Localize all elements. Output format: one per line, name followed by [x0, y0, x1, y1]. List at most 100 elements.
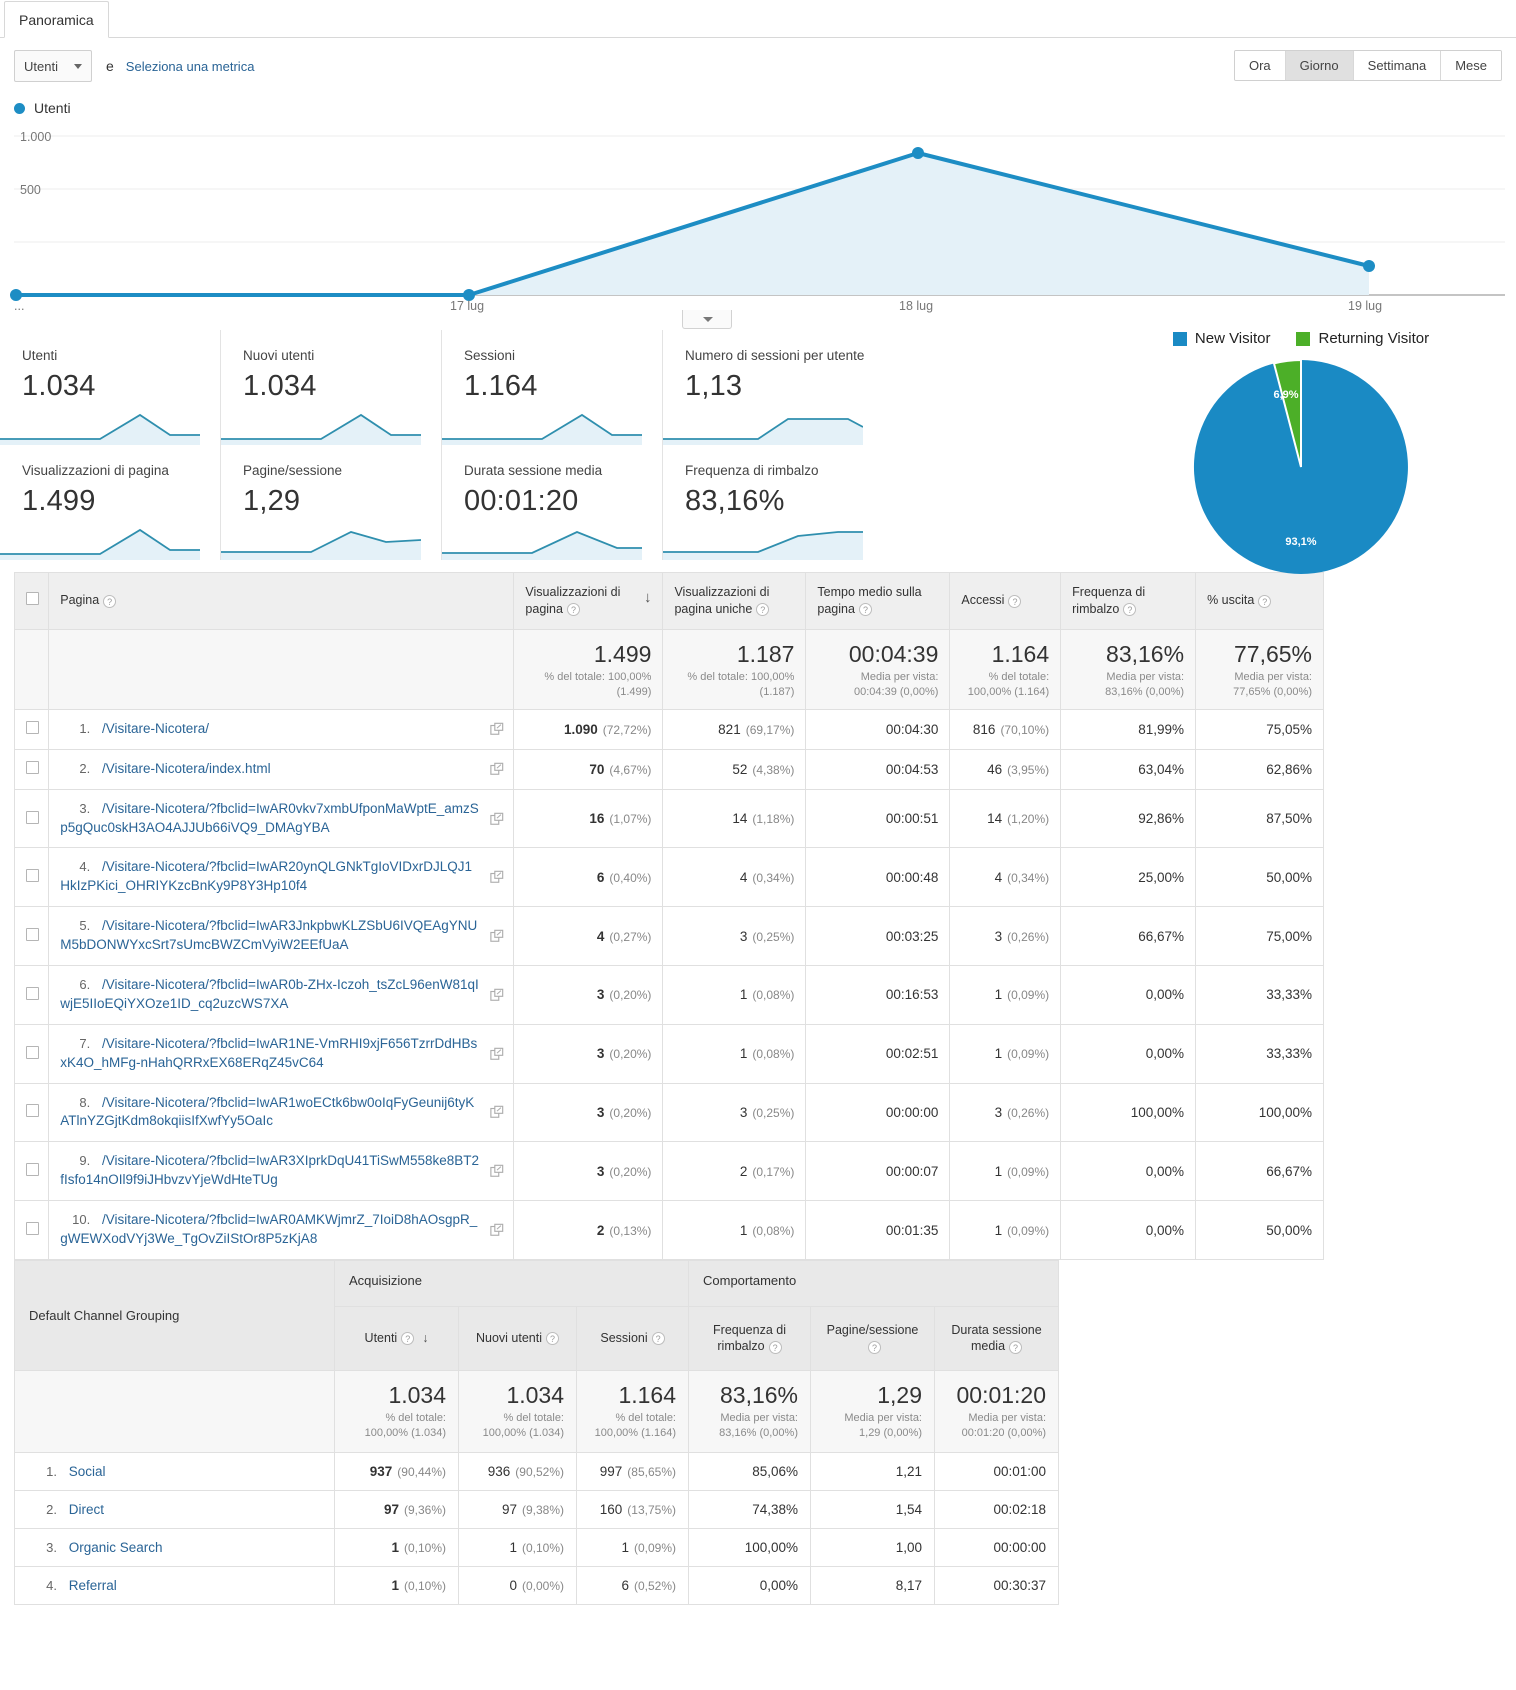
row-checkbox-cell[interactable]: [13, 748, 50, 790]
help-icon[interactable]: ?: [401, 1332, 415, 1346]
row-checkbox-cell[interactable]: [13, 965, 50, 1025]
open-in-new-icon[interactable]: [490, 722, 504, 736]
open-in-new-icon[interactable]: [490, 1105, 504, 1119]
table-row[interactable]: 2. Direct 97 (9,36%) 97 (9,38%) 160 (13,75%) 74…: [14, 1490, 1060, 1530]
pie-legend-new-visitor[interactable]: New Visitor: [1172, 330, 1270, 347]
table-row[interactable]: 6. /Visitare-Nicotera/?fbclid=IwAR0b-ZHx…: [13, 965, 1324, 1025]
table-row[interactable]: 8. /Visitare-Nicotera/?fbclid=IwAR1woECt…: [13, 1082, 1324, 1143]
col-durata-sessione-media[interactable]: Durata sessione media?: [933, 1305, 1060, 1371]
pie-legend-returning-visitor[interactable]: Returning Visitor: [1296, 330, 1429, 347]
col-default-channel-grouping[interactable]: Default Channel Grouping: [14, 1259, 335, 1371]
open-in-new-icon[interactable]: [490, 1164, 504, 1178]
table-row[interactable]: 9. /Visitare-Nicotera/?fbclid=IwAR3XIprk…: [13, 1141, 1324, 1202]
help-icon[interactable]: ?: [1123, 603, 1137, 617]
col-accessi[interactable]: Accessi?: [949, 572, 1062, 630]
row-checkbox-cell[interactable]: [13, 906, 50, 966]
row-checkbox[interactable]: [26, 1045, 39, 1059]
metric-card-frequenza-di-rimbalzo[interactable]: Frequenza di rimbalzo 83,16%: [663, 445, 884, 560]
open-in-new-icon[interactable]: [490, 1223, 504, 1237]
sort-arrow-down-icon[interactable]: ↓: [644, 590, 652, 605]
row-checkbox-cell[interactable]: [13, 708, 50, 750]
row-checkbox-cell[interactable]: [13, 847, 50, 908]
row-checkbox[interactable]: [26, 721, 39, 735]
metric-card-nuovi-utenti[interactable]: Nuovi utenti 1.034: [221, 330, 442, 445]
row-checkbox-cell[interactable]: [13, 1200, 50, 1260]
table-row[interactable]: 1. /Visitare-Nicotera/1.090 (72,72%) 821 (6…: [13, 708, 1324, 750]
page-url-link[interactable]: /Visitare-Nicotera/?fbclid=IwAR0AMKWjmrZ…: [60, 1212, 477, 1246]
help-icon[interactable]: ?: [1008, 594, 1022, 608]
granularity-giorno[interactable]: Giorno: [1285, 51, 1354, 80]
col-pagine-sessione[interactable]: Pagine/sessione?: [810, 1305, 935, 1371]
table-row[interactable]: 5. /Visitare-Nicotera/?fbclid=IwAR3Jnkpb…: [13, 906, 1324, 966]
help-icon[interactable]: ?: [1009, 1340, 1023, 1354]
open-in-new-icon[interactable]: [490, 1047, 504, 1061]
col-pagina[interactable]: Pagina?: [48, 572, 515, 630]
select-metric-link[interactable]: Seleziona una metrica: [126, 59, 255, 74]
row-checkbox[interactable]: [26, 1104, 39, 1118]
row-checkbox[interactable]: [26, 869, 39, 883]
col-nuovi-utenti[interactable]: Nuovi utenti?: [458, 1305, 577, 1371]
select-all-checkbox[interactable]: [26, 591, 39, 605]
table-row[interactable]: 7. /Visitare-Nicotera/?fbclid=IwAR1NE-Vm…: [13, 1023, 1324, 1084]
help-icon[interactable]: ?: [1258, 594, 1272, 608]
row-checkbox-cell[interactable]: [13, 1023, 50, 1084]
col-tempo-medio[interactable]: Tempo medio sulla pagina?: [805, 572, 951, 630]
col-frequenza-rimbalzo-2[interactable]: Frequenza di rimbalzo?: [688, 1305, 811, 1371]
table-row[interactable]: 1. Social 937 (90,44%) 936 (90,52%) 997 (85,65…: [14, 1452, 1060, 1492]
help-icon[interactable]: ?: [651, 1332, 665, 1346]
row-checkbox-cell[interactable]: [13, 1141, 50, 1202]
row-checkbox[interactable]: [26, 986, 39, 1000]
help-icon[interactable]: ?: [546, 1332, 559, 1346]
open-in-new-icon[interactable]: [490, 762, 504, 776]
page-url-link[interactable]: /Visitare-Nicotera/index.html: [102, 761, 271, 776]
select-all-header[interactable]: [13, 572, 50, 630]
page-url-link[interactable]: /Visitare-Nicotera/?fbclid=IwAR0vkv7xmbU…: [60, 801, 479, 835]
metric-card-utenti[interactable]: Utenti 1.034: [0, 330, 221, 445]
chart-collapse-handle[interactable]: [682, 310, 732, 329]
help-icon[interactable]: ?: [103, 594, 117, 608]
open-in-new-icon[interactable]: [490, 929, 504, 943]
help-icon[interactable]: ?: [868, 1340, 881, 1354]
page-url-link[interactable]: /Visitare-Nicotera/: [102, 721, 209, 736]
row-checkbox-cell[interactable]: [13, 1082, 50, 1143]
metric-dropdown[interactable]: Utenti: [14, 50, 92, 82]
granularity-ora[interactable]: Ora: [1234, 51, 1286, 80]
channel-link[interactable]: Organic Search: [69, 1540, 163, 1555]
row-checkbox[interactable]: [26, 810, 39, 824]
row-checkbox[interactable]: [26, 928, 39, 942]
col-utenti[interactable]: Utenti? ↓: [334, 1305, 459, 1371]
table-row[interactable]: 2. /Visitare-Nicotera/index.html 70 (4,67%…: [13, 748, 1324, 790]
metric-card-durata-sessione-media[interactable]: Durata sessione media 00:01:20: [442, 445, 663, 560]
table-row[interactable]: 3. Organic Search 1 (0,10%) 1 (0,10%) 1 (0,09%…: [14, 1528, 1060, 1568]
col-visualizzazioni-di-pagina[interactable]: ↓ Visualizzazioni di pagina?: [513, 572, 664, 630]
row-checkbox[interactable]: [26, 1163, 39, 1177]
open-in-new-icon[interactable]: [490, 988, 504, 1002]
table-row[interactable]: 10. /Visitare-Nicotera/?fbclid=IwAR0AMKW…: [13, 1200, 1324, 1260]
help-icon[interactable]: ?: [756, 603, 770, 617]
channel-link[interactable]: Referral: [69, 1578, 117, 1593]
granularity-settimana[interactable]: Settimana: [1353, 51, 1442, 80]
channel-link[interactable]: Social: [69, 1464, 106, 1479]
metric-card-visualizzazioni-di-pagina[interactable]: Visualizzazioni di pagina 1.499: [0, 445, 221, 560]
page-url-link[interactable]: /Visitare-Nicotera/?fbclid=IwAR0b-ZHx-Ic…: [60, 977, 479, 1011]
table-row[interactable]: 4. Referral 1 (0,10%) 0 (0,00%) 6 (0,52%) 0,00%…: [14, 1566, 1060, 1606]
tab-panoramica[interactable]: Panoramica: [4, 1, 109, 38]
sort-arrow-down-icon[interactable]: ↓: [422, 1331, 428, 1345]
row-checkbox-cell[interactable]: [13, 788, 50, 849]
help-icon[interactable]: ?: [566, 603, 580, 617]
page-url-link[interactable]: /Visitare-Nicotera/?fbclid=IwAR1NE-VmRHI…: [60, 1036, 477, 1070]
page-url-link[interactable]: /Visitare-Nicotera/?fbclid=IwAR3JnkpbwKL…: [60, 918, 477, 952]
col-sessioni[interactable]: Sessioni?: [576, 1305, 689, 1371]
metric-card-pagine-sessione[interactable]: Pagine/sessione 1,29: [221, 445, 442, 560]
open-in-new-icon[interactable]: [490, 812, 504, 826]
page-url-link[interactable]: /Visitare-Nicotera/?fbclid=IwAR1woECtk6b…: [60, 1095, 474, 1129]
metric-card-sessioni[interactable]: Sessioni 1.164: [442, 330, 663, 445]
table-row[interactable]: 4. /Visitare-Nicotera/?fbclid=IwAR20ynQL…: [13, 847, 1324, 908]
help-icon[interactable]: ?: [858, 603, 872, 617]
table-row[interactable]: 3. /Visitare-Nicotera/?fbclid=IwAR0vkv7x…: [13, 788, 1324, 849]
metric-card-sessioni-per-utente[interactable]: Numero di sessioni per utente 1,13: [663, 330, 884, 445]
help-icon[interactable]: ?: [768, 1340, 782, 1354]
page-url-link[interactable]: /Visitare-Nicotera/?fbclid=IwAR3XIprkDqU…: [60, 1153, 479, 1187]
row-checkbox[interactable]: [26, 761, 39, 775]
row-checkbox[interactable]: [26, 1222, 39, 1236]
